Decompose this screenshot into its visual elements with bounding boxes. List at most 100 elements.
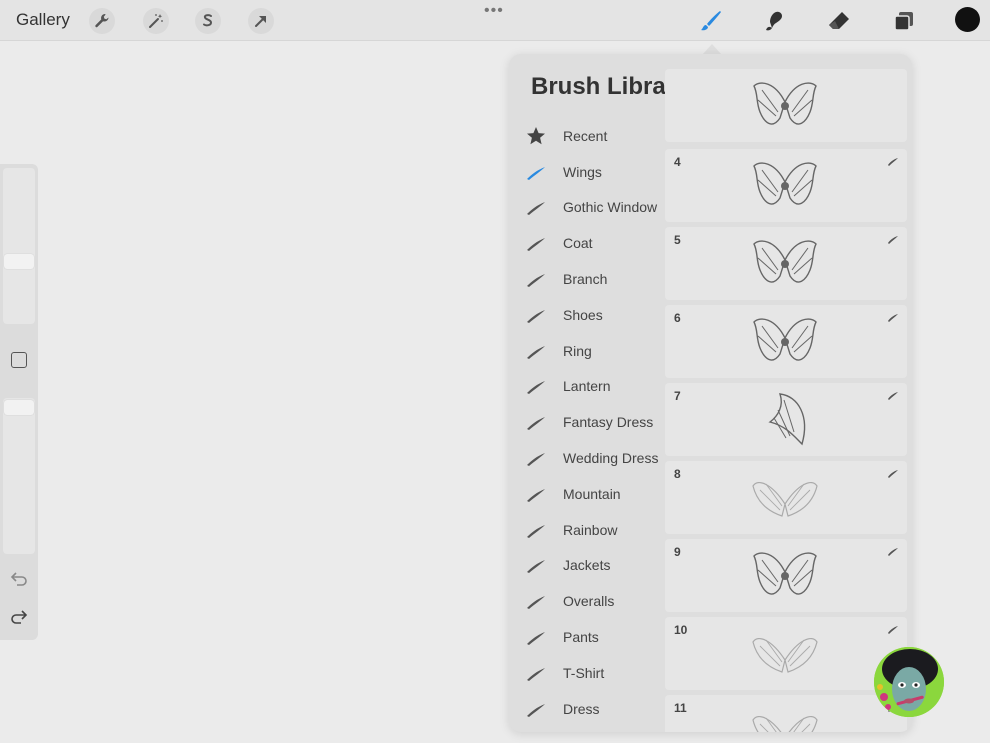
transform-arrow-icon[interactable] <box>248 8 274 34</box>
undo-icon[interactable] <box>10 569 28 587</box>
brush-stroke-icon <box>526 305 546 325</box>
top-toolbar: Gallery ••• <box>0 0 990 41</box>
left-sidebar <box>0 164 38 640</box>
brush-set-jackets[interactable]: Jackets <box>509 548 665 584</box>
brush-set-coat[interactable]: Coat <box>509 225 665 261</box>
panel-pointer <box>703 44 721 54</box>
brush-set-label: Recent <box>563 127 608 144</box>
brush-row[interactable]: 7 <box>665 383 907 456</box>
brush-row[interactable]: 4 <box>665 149 907 222</box>
brush-stroke-icon <box>887 232 899 244</box>
brush-row[interactable]: 10 <box>665 617 907 690</box>
brush-set-gothic-window[interactable]: Gothic Window <box>509 190 665 226</box>
brush-set-label: Coat <box>563 235 593 252</box>
brush-set-branch[interactable]: Branch <box>509 261 665 297</box>
selection-icon[interactable] <box>195 8 221 34</box>
more-options-icon[interactable]: ••• <box>484 2 504 20</box>
brush-set-label: Mountain <box>563 485 621 502</box>
brush-stroke-icon <box>526 341 546 361</box>
brush-set-label: Wings <box>563 163 602 180</box>
brush-preview <box>750 542 820 610</box>
brush-row[interactable]: 5 <box>665 227 907 300</box>
brush-stroke-icon <box>887 388 899 400</box>
avatar <box>874 647 944 717</box>
brush-stroke-icon <box>526 197 546 217</box>
brush-set-label: Gothic Window <box>563 199 658 216</box>
brush-set-label: Jackets <box>563 557 611 574</box>
brush-preview <box>750 308 820 376</box>
color-picker-button[interactable] <box>955 7 980 32</box>
brush-sets-list: Recent Wings Gothic Window Coat Branch Shoes R… <box>509 118 665 727</box>
gallery-button[interactable]: Gallery <box>16 10 70 30</box>
brush-set-label: Fantasy Dress <box>563 414 654 431</box>
brush-set-mountain[interactable]: Mountain <box>509 476 665 512</box>
brush-preview <box>750 152 820 220</box>
brush-stroke-icon <box>526 448 546 468</box>
brush-preview <box>750 698 820 732</box>
brush-name: 9 <box>674 545 681 559</box>
brushes-list: 4 5 6 7 8 9 10 11 <box>665 69 908 732</box>
brush-row[interactable]: 9 <box>665 539 907 612</box>
brush-name: 8 <box>674 467 681 481</box>
brush-set-label: Pants <box>563 629 599 646</box>
brush-stroke-icon <box>526 484 546 504</box>
brush-stroke-icon <box>887 466 899 478</box>
brush-set-label: Lantern <box>563 378 611 395</box>
brush-name: 4 <box>674 155 681 169</box>
magic-wand-icon[interactable] <box>143 8 169 34</box>
brush-set-wedding-dress[interactable]: Wedding Dress <box>509 440 665 476</box>
layers-icon[interactable] <box>890 7 918 35</box>
brush-set-shoes[interactable]: Shoes <box>509 297 665 333</box>
star-icon <box>526 126 546 146</box>
brush-preview <box>750 464 820 532</box>
brush-set-ring[interactable]: Ring <box>509 333 665 369</box>
brush-set-label: Overalls <box>563 593 615 610</box>
opacity-handle[interactable] <box>4 400 34 415</box>
brush-set-pants[interactable]: Pants <box>509 619 665 655</box>
brush-set-label: Wedding Dress <box>563 450 659 467</box>
brush-stroke-icon <box>526 627 546 647</box>
redo-icon[interactable] <box>10 607 28 625</box>
brush-preview <box>750 230 820 298</box>
brush-stroke-icon <box>526 376 546 396</box>
brush-set-recent[interactable]: Recent <box>509 118 665 154</box>
brush-stroke-icon <box>526 699 546 719</box>
brush-stroke-icon <box>526 663 546 683</box>
brush-size-handle[interactable] <box>4 254 34 269</box>
brush-set-rainbow[interactable]: Rainbow <box>509 512 665 548</box>
smudge-icon[interactable] <box>760 7 788 35</box>
brush-stroke-icon <box>526 269 546 289</box>
brush-name: 5 <box>674 233 681 247</box>
brush-set-t-shirt[interactable]: T-Shirt <box>509 655 665 691</box>
brush-set-overalls[interactable]: Overalls <box>509 583 665 619</box>
modify-button[interactable] <box>11 352 27 368</box>
brush-preview <box>750 72 820 140</box>
brush-name: 6 <box>674 311 681 325</box>
brush-row[interactable]: 8 <box>665 461 907 534</box>
brush-set-label: Branch <box>563 271 608 288</box>
brush-row[interactable] <box>665 69 907 142</box>
brush-set-wings[interactable]: Wings <box>509 154 665 190</box>
brush-set-fantasy-dress[interactable]: Fantasy Dress <box>509 404 665 440</box>
brush-set-label: T-Shirt <box>563 664 605 681</box>
brush-stroke-icon <box>887 154 899 166</box>
brush-stroke-icon <box>887 544 899 556</box>
eraser-icon[interactable] <box>825 7 853 35</box>
brush-set-dress[interactable]: Dress <box>509 691 665 727</box>
brush-set-lantern[interactable]: Lantern <box>509 369 665 405</box>
wrench-icon[interactable] <box>89 8 115 34</box>
brush-stroke-icon <box>526 412 546 432</box>
brush-stroke-icon <box>526 555 546 575</box>
brush-stroke-icon <box>526 233 546 253</box>
brush-size-slider[interactable] <box>3 168 35 324</box>
brush-icon[interactable] <box>697 7 725 35</box>
brush-preview <box>750 386 820 454</box>
brush-stroke-icon <box>526 162 546 182</box>
brush-stroke-icon <box>887 310 899 322</box>
brush-stroke-icon <box>887 622 899 634</box>
brush-library-panel: Brush Library Recent Wings Gothic Window Co… <box>509 54 912 732</box>
brush-row[interactable]: 11 <box>665 695 907 732</box>
brush-row[interactable]: 6 <box>665 305 907 378</box>
opacity-slider[interactable] <box>3 398 35 554</box>
brush-name: 7 <box>674 389 681 403</box>
